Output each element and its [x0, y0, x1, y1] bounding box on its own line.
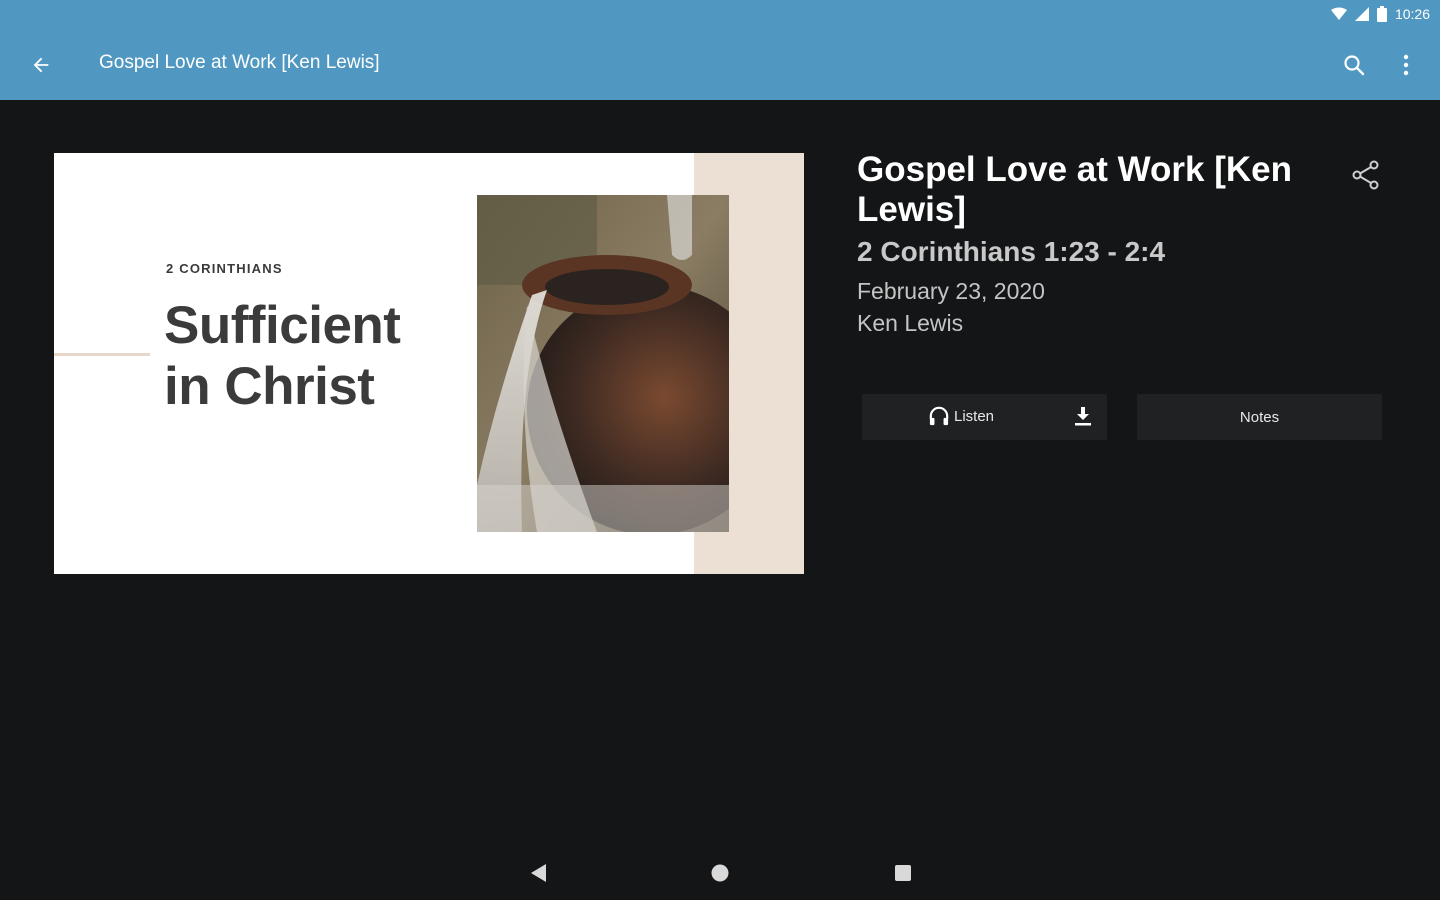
share-icon [1352, 160, 1379, 190]
artwork-photo [477, 195, 729, 532]
search-button[interactable] [1330, 41, 1378, 89]
notes-button[interactable]: Notes [1137, 394, 1382, 440]
wifi-icon [1330, 7, 1347, 20]
app-bar-title: Gospel Love at Work [Ken Lewis] [99, 52, 380, 73]
scripture-reference: 2 Corinthians 1:23 - 2:4 [857, 236, 1166, 267]
sermon-details: Gospel Love at Work [Ken Lewis] 2 Corint… [857, 150, 1297, 337]
artwork-kicker: 2 CORINTHIANS [166, 261, 283, 276]
arrow-back-icon [33, 57, 49, 73]
clay-pot-image [477, 195, 729, 532]
artwork-title-line-1: Sufficient [164, 296, 401, 355]
system-nav-bar [0, 846, 1440, 900]
battery-icon [1376, 6, 1387, 22]
signal-icon [1354, 7, 1369, 21]
nav-recents-button[interactable] [888, 858, 918, 888]
artwork-title-line-2: in Christ [164, 357, 375, 416]
nav-home-icon [711, 864, 729, 882]
status-bar: 10:26 [0, 0, 1440, 30]
nav-back-icon [531, 864, 546, 882]
notes-label: Notes [1239, 408, 1280, 426]
nav-recents-icon [895, 865, 911, 881]
nav-home-button[interactable] [705, 858, 735, 888]
listen-label-group: Listen [928, 406, 994, 426]
nav-back-button[interactable] [523, 858, 553, 888]
download-icon [1075, 407, 1091, 426]
status-time: 10:26 [1394, 6, 1430, 22]
sermon-artwork: 2 CORINTHIANS Sufficient in Christ [54, 153, 804, 574]
more-options-button[interactable] [1382, 41, 1430, 89]
artwork-divider [54, 353, 150, 356]
sermon-title: Gospel Love at Work [Ken Lewis] [857, 150, 1292, 229]
sermon-date: February 23, 2020 [857, 278, 1045, 304]
sermon-speaker: Ken Lewis [857, 310, 964, 336]
listen-button[interactable]: Listen [862, 394, 1107, 440]
share-button[interactable] [1342, 151, 1390, 199]
app-bar: Gospel Love at Work [Ken Lewis] [0, 30, 1440, 100]
headphones-icon [929, 406, 949, 426]
artwork-title: Sufficient in Christ [164, 295, 401, 417]
more-vert-icon [1403, 54, 1409, 76]
back-button[interactable] [17, 41, 65, 89]
search-icon [1344, 55, 1365, 76]
download-button[interactable] [1073, 405, 1093, 431]
listen-label: Listen [954, 407, 995, 425]
status-icons: 10:26 [1330, 6, 1430, 22]
